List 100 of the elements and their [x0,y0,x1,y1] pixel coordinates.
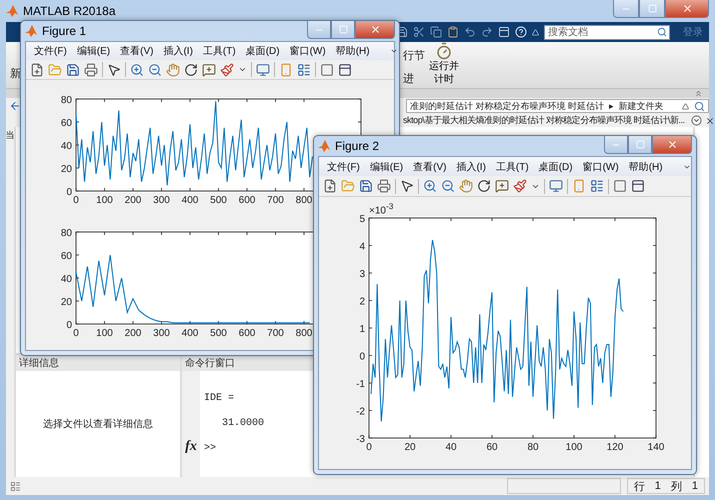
address-bar[interactable]: 准则的时延估计 对称稳定分布噪声环境 时延估计 ▸ 新建文件夹 [406,99,709,113]
tick-label: 60 [60,251,72,262]
menu-item[interactable]: 帮助(H) [628,160,663,174]
tick-label: 40 [445,442,457,453]
menu-item[interactable]: 窗口(W) [582,160,619,174]
function-browser-button[interactable]: fx [185,439,197,455]
close-icon [682,3,692,14]
switch-windows-icon[interactable] [498,26,510,38]
pointer-icon[interactable] [400,179,414,193]
maximize-button[interactable] [331,21,355,39]
tick-label: 100 [96,195,113,206]
path-segment[interactable]: 准则的时延估计 对称稳定分布噪声环境 时延估计 [410,100,604,112]
legend-icon[interactable] [590,179,604,193]
monitor-icon[interactable] [549,179,563,193]
search-icon[interactable] [694,100,705,112]
help-icon[interactable] [515,26,527,38]
matlab-logo-icon [25,25,37,37]
tick-label: 1 [359,324,365,335]
print-icon[interactable] [84,62,98,77]
menu-item[interactable]: 文件(F) [34,44,67,58]
new-file-icon[interactable] [323,179,337,193]
minimize-button[interactable] [307,21,331,39]
rotate-icon[interactable] [184,62,198,77]
maximize-button[interactable] [628,136,652,154]
tick-label: 0 [73,195,79,206]
tick-label: 20 [60,297,72,308]
options-icon[interactable] [690,115,702,126]
path-separator: ▸ [609,100,614,112]
caret-icon[interactable] [682,102,689,110]
menu-item[interactable]: 工具(T) [496,160,529,174]
zoom-in-icon[interactable] [130,62,144,77]
menu-item[interactable]: 工具(T) [202,44,236,58]
zoom-in-icon[interactable] [423,179,437,193]
menu-item[interactable]: 编辑(E) [370,160,404,174]
brush-icon[interactable] [513,179,527,193]
details-message: 选择文件以查看详细信息 [43,418,153,431]
tick-label: 4 [359,242,365,252]
close-button[interactable] [652,136,692,154]
brush-icon[interactable] [220,62,234,77]
monitor-icon[interactable] [256,62,270,77]
search-icon[interactable] [657,26,667,36]
data-tip-icon[interactable] [495,179,509,193]
stopwatch-icon [435,42,453,60]
window-icon[interactable] [631,179,645,193]
path-segment[interactable]: 新建文件夹 [618,100,664,112]
close-button[interactable] [665,0,709,18]
output-line: IDE = [204,393,236,404]
menu-item[interactable]: 桌面(D) [538,160,573,174]
tick-label: 140 [648,442,664,453]
zoom-out-icon[interactable] [148,62,162,77]
zoom-out-icon[interactable] [441,179,455,193]
copy-icon[interactable] [430,26,442,38]
menu-item[interactable]: 编辑(E) [76,44,110,58]
menu-item[interactable]: 文件(F) [327,160,360,174]
menu-item[interactable]: 桌面(D) [246,44,280,58]
menu-item[interactable]: 查看(V) [120,44,154,58]
minimize-button[interactable] [613,0,639,18]
collapse-icon[interactable] [694,89,703,98]
save-icon[interactable] [66,62,80,77]
back-arrow-icon[interactable] [9,100,21,112]
paste-icon[interactable] [447,26,459,38]
tick-label: 300 [153,328,170,339]
tick-label: 0 [66,187,72,198]
menu-item[interactable]: 帮助(H) [336,44,370,58]
tick-label: 80 [60,228,72,239]
legend-icon[interactable] [297,62,311,77]
pointer-icon[interactable] [107,62,121,77]
tick-label: 60 [486,442,498,453]
close-button[interactable] [355,21,395,39]
close-icon[interactable] [704,116,715,126]
command-prompt[interactable]: >> [204,443,264,454]
undo-icon[interactable] [464,26,476,38]
menu-item[interactable]: 插入(I) [163,44,193,58]
redo-icon[interactable] [481,26,493,38]
tick-label: 600 [238,328,256,339]
maximize-button[interactable] [639,0,665,18]
menu-item[interactable]: 插入(I) [456,160,486,174]
status-menu-icon[interactable] [10,480,21,492]
tick-label: 500 [210,195,227,206]
window-icon[interactable] [338,62,352,77]
print-icon[interactable] [377,179,391,193]
menu-item[interactable]: 查看(V) [413,160,446,174]
colorbar-icon[interactable] [279,62,293,77]
rotate-icon[interactable] [477,179,491,193]
colorbar-icon[interactable] [572,179,586,193]
tick-label: 20 [404,442,416,453]
square-icon[interactable] [320,62,334,77]
data-tip-icon[interactable] [202,62,216,77]
tick-label: 0 [73,328,79,339]
new-file-icon[interactable] [30,62,44,77]
tick-label: 400 [182,195,198,206]
search-field[interactable]: 搜索文档 [544,24,670,40]
cut-icon[interactable] [413,26,425,38]
save-icon[interactable] [359,179,373,193]
run-and-time-button[interactable]: 运行并计时 [424,42,464,86]
square-icon[interactable] [613,179,627,193]
menu-item[interactable]: 窗口(W) [290,44,326,58]
toolstrip-label: 进 [403,72,415,86]
cursor-position: 行 1 列 1 [626,478,705,494]
minimize-button[interactable] [604,136,628,154]
